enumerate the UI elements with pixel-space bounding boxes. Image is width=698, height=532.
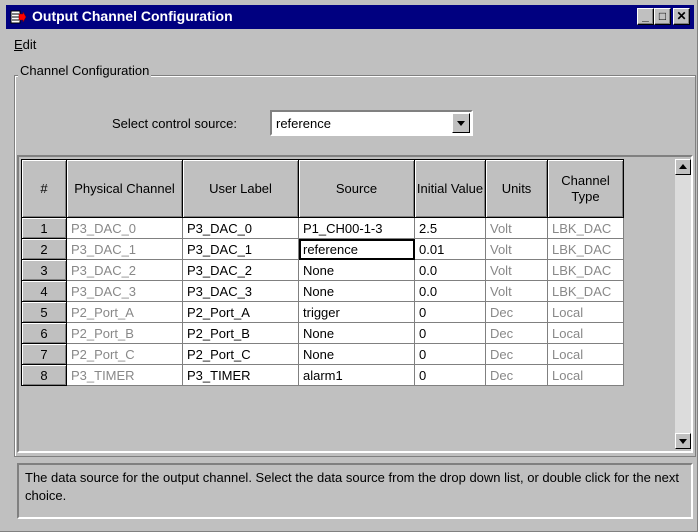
menu-edit-mnemonic: E	[14, 37, 23, 52]
row-number[interactable]: 5	[21, 301, 67, 323]
table-row: 4 P3_DAC_3 P3_DAC_3 None 0.0 Volt LBK_DA…	[21, 280, 624, 302]
table-row: 3 P3_DAC_2 P3_DAC_2 None 0.0 Volt LBK_DA…	[21, 259, 624, 281]
cell-source[interactable]: None	[298, 343, 415, 365]
cell-units: Dec	[485, 301, 548, 323]
row-number[interactable]: 4	[21, 280, 67, 302]
control-source-label: Select control source:	[112, 116, 238, 131]
cell-source-selected[interactable]: reference	[298, 238, 415, 260]
row-number[interactable]: 8	[21, 364, 67, 386]
cell-physical-channel: P3_DAC_3	[66, 280, 183, 302]
table-row: 7 P2_Port_C P2_Port_C None 0 Dec Local	[21, 343, 624, 365]
table-row: 1 P3_DAC_0 P3_DAC_0 P1_CH00-1-3 2.5 Volt…	[21, 217, 624, 239]
cell-source[interactable]: alarm1	[298, 364, 415, 386]
control-source-select[interactable]: reference	[270, 110, 473, 136]
cell-physical-channel: P2_Port_B	[66, 322, 183, 344]
cell-channel-type: LBK_DAC	[547, 238, 624, 260]
control-source-value: reference	[276, 116, 331, 131]
cell-source[interactable]: None	[298, 280, 415, 302]
cell-channel-type: Local	[547, 322, 624, 344]
cell-initial-value[interactable]: 2.5	[414, 217, 486, 239]
column-header-number[interactable]: #	[21, 159, 67, 218]
cell-channel-type: Local	[547, 343, 624, 365]
channel-config-group-title: Channel Configuration	[18, 63, 152, 78]
row-number[interactable]: 6	[21, 322, 67, 344]
cell-source[interactable]: trigger	[298, 301, 415, 323]
column-header-user-label[interactable]: User Label	[182, 159, 299, 218]
row-number[interactable]: 7	[21, 343, 67, 365]
minimize-button[interactable]: _	[637, 8, 654, 25]
cell-user-label[interactable]: P3_TIMER	[182, 364, 299, 386]
table-header-row: # Physical Channel User Label Source Ini…	[21, 159, 624, 218]
cell-units: Dec	[485, 364, 548, 386]
column-header-units[interactable]: Units	[485, 159, 548, 218]
cell-user-label[interactable]: P3_DAC_2	[182, 259, 299, 281]
cell-user-label[interactable]: P2_Port_C	[182, 343, 299, 365]
cell-user-label[interactable]: P2_Port_B	[182, 322, 299, 344]
cell-channel-type: LBK_DAC	[547, 280, 624, 302]
cell-physical-channel: P2_Port_A	[66, 301, 183, 323]
channel-table: # Physical Channel User Label Source Ini…	[21, 159, 624, 386]
dropdown-arrow-icon[interactable]	[452, 113, 470, 133]
table-row: 6 P2_Port_B P2_Port_B None 0 Dec Local	[21, 322, 624, 344]
maximize-button[interactable]: □	[654, 8, 671, 25]
scroll-down-arrow-icon[interactable]	[675, 433, 691, 449]
channel-grid: # Physical Channel User Label Source Ini…	[17, 155, 693, 453]
column-header-physical-channel[interactable]: Physical Channel	[66, 159, 183, 218]
cell-units: Volt	[485, 280, 548, 302]
close-button[interactable]: ✕	[673, 8, 690, 25]
cell-initial-value[interactable]: 0	[414, 364, 486, 386]
cell-physical-channel: P3_DAC_1	[66, 238, 183, 260]
cell-initial-value[interactable]: 0.0	[414, 259, 486, 281]
cell-units: Dec	[485, 322, 548, 344]
cell-user-label[interactable]: P3_DAC_1	[182, 238, 299, 260]
cell-channel-type: Local	[547, 364, 624, 386]
app-arrow-icon	[10, 10, 26, 24]
cell-physical-channel: P3_DAC_0	[66, 217, 183, 239]
cell-channel-type: Local	[547, 301, 624, 323]
title-bar[interactable]: Output Channel Configuration _ □ ✕	[6, 5, 694, 29]
scroll-up-arrow-icon[interactable]	[675, 159, 691, 175]
cell-initial-value[interactable]: 0	[414, 343, 486, 365]
cell-units: Volt	[485, 259, 548, 281]
cell-initial-value[interactable]: 0	[414, 301, 486, 323]
cell-channel-type: LBK_DAC	[547, 217, 624, 239]
vertical-scrollbar[interactable]	[675, 159, 691, 449]
menu-edit-rest: dit	[22, 37, 37, 52]
cell-physical-channel: P2_Port_C	[66, 343, 183, 365]
row-number[interactable]: 2	[21, 238, 67, 260]
table-row: 2 P3_DAC_1 P3_DAC_1 reference 0.01 Volt …	[21, 238, 624, 260]
column-header-source[interactable]: Source	[298, 159, 415, 218]
cell-user-label[interactable]: P3_DAC_0	[182, 217, 299, 239]
table-row: 8 P3_TIMER P3_TIMER alarm1 0 Dec Local	[21, 364, 624, 386]
cell-user-label[interactable]: P3_DAC_3	[182, 280, 299, 302]
column-header-channel-type[interactable]: Channel Type	[547, 159, 624, 218]
cell-units: Volt	[485, 217, 548, 239]
cell-initial-value[interactable]: 0.01	[414, 238, 486, 260]
cell-source[interactable]: None	[298, 322, 415, 344]
table-row: 5 P2_Port_A P2_Port_A trigger 0 Dec Loca…	[21, 301, 624, 323]
menu-edit[interactable]: Edit	[14, 37, 36, 52]
cell-source[interactable]: None	[298, 259, 415, 281]
cell-channel-type: LBK_DAC	[547, 259, 624, 281]
column-header-initial-value[interactable]: Initial Value	[414, 159, 486, 218]
output-channel-config-window: Output Channel Configuration _ □ ✕ Edit …	[0, 0, 698, 532]
cell-user-label[interactable]: P2_Port_A	[182, 301, 299, 323]
cell-physical-channel: P3_TIMER	[66, 364, 183, 386]
cell-units: Volt	[485, 238, 548, 260]
cell-physical-channel: P3_DAC_2	[66, 259, 183, 281]
status-description: The data source for the output channel. …	[17, 463, 693, 519]
row-number[interactable]: 1	[21, 217, 67, 239]
row-number[interactable]: 3	[21, 259, 67, 281]
menu-bar: Edit	[14, 37, 36, 52]
cell-units: Dec	[485, 343, 548, 365]
window-title: Output Channel Configuration	[32, 8, 233, 24]
cell-initial-value[interactable]: 0	[414, 322, 486, 344]
cell-initial-value[interactable]: 0.0	[414, 280, 486, 302]
cell-source[interactable]: P1_CH00-1-3	[298, 217, 415, 239]
